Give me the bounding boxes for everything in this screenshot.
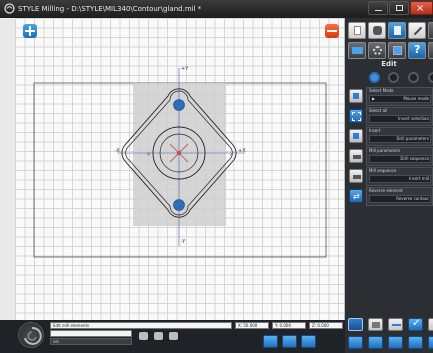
select-all-title: Select all <box>369 108 388 113</box>
tool-button-e[interactable] <box>428 336 433 349</box>
hand-tool-icon <box>373 26 382 35</box>
tool-button-a[interactable] <box>348 336 363 349</box>
measure-icon <box>392 324 401 326</box>
print-button[interactable] <box>368 318 383 331</box>
row-select-all[interactable]: Select all Invert selection <box>345 107 433 127</box>
tool-icon-3[interactable] <box>169 332 178 340</box>
new-file-button[interactable] <box>348 22 366 39</box>
parameter-field-2[interactable]: sel <box>50 338 132 345</box>
mill-sequence-title: Mill sequence <box>369 168 397 173</box>
row-mill-sequence[interactable]: Mill sequence Insert mill <box>345 167 433 187</box>
tool-button-b[interactable] <box>368 336 383 349</box>
more-tools-button[interactable] <box>428 318 433 331</box>
checkmark-icon: ✓ <box>412 318 421 329</box>
close-icon: × <box>416 3 425 14</box>
help-icon: ? <box>414 43 421 56</box>
tool-icon-2[interactable] <box>154 332 163 340</box>
reverse-element-value: Reverse contour <box>396 196 429 201</box>
screen-button[interactable] <box>348 42 366 59</box>
view-button-1[interactable] <box>263 335 278 348</box>
mode-button-2[interactable] <box>388 72 399 83</box>
screen-icon <box>352 47 363 54</box>
play-icon: ▶ <box>372 96 376 101</box>
mode-button-4[interactable] <box>428 72 433 83</box>
print-icon <box>372 322 380 328</box>
minimize-icon <box>375 10 382 11</box>
select-mode-icon <box>349 89 363 103</box>
swirl-icon <box>24 326 42 345</box>
tool-icon-1[interactable] <box>139 332 148 340</box>
more-button[interactable] <box>428 22 433 39</box>
tool-button-c[interactable] <box>388 336 403 349</box>
parameter-field-1[interactable] <box>50 330 132 337</box>
confirm-button[interactable]: ✓ <box>408 318 423 331</box>
select-mode-value: Mouse mode <box>403 96 429 101</box>
more-button-2[interactable] <box>428 42 433 59</box>
app-spinner-icon <box>18 322 44 348</box>
row-mill-parameters[interactable]: Mill parameters Drill sequence <box>345 147 433 167</box>
zoom-in-button[interactable] <box>23 24 37 38</box>
document-button[interactable] <box>388 22 406 39</box>
select-tool-button[interactable] <box>348 318 363 331</box>
drill-hole-top <box>173 99 185 111</box>
minus-icon <box>327 30 337 32</box>
reverse-element-icon: ⇄ <box>349 189 363 203</box>
reverse-element-title: Reverse element <box>369 188 403 193</box>
settings-button[interactable] <box>368 42 386 59</box>
maximize-icon <box>396 5 403 11</box>
mill-sequence-icon <box>349 169 363 183</box>
status-field: Edit mill elements <box>50 322 232 329</box>
select-all-icon <box>349 109 363 123</box>
maximize-button[interactable] <box>389 1 409 15</box>
pencil-icon <box>413 26 423 36</box>
y-coordinate-field: Y: 0.000 <box>272 322 306 329</box>
save-icon <box>393 46 402 55</box>
mill-sequence-value: Insert mill <box>409 176 429 181</box>
insert-icon <box>349 129 363 143</box>
view-button-3[interactable] <box>301 335 316 348</box>
axis-label-plus-y: +Y <box>181 66 189 72</box>
mill-parameters-value: Drill sequence <box>400 156 429 161</box>
tool-button[interactable] <box>368 22 386 39</box>
axis-label-minus-y: -Y <box>181 239 186 245</box>
center-point <box>176 150 182 156</box>
new-file-icon <box>354 26 361 35</box>
select-mode-title: Select Mode <box>369 88 394 93</box>
drill-hole-bottom <box>173 199 185 211</box>
document-icon <box>394 26 401 35</box>
axis-label-plus-x: +X <box>238 148 246 154</box>
x-coordinate-field: X: 50.000 <box>235 322 269 329</box>
plus-icon-v <box>29 26 31 36</box>
mode-button-1[interactable] <box>369 72 380 83</box>
save-button[interactable] <box>388 42 406 59</box>
select-all-value: Invert selection <box>397 116 429 121</box>
z-coordinate-field: Z: 0.000 <box>309 322 343 329</box>
mode-button-3[interactable] <box>408 72 419 83</box>
view-button-2[interactable] <box>282 335 297 348</box>
end-marker: × <box>229 151 234 158</box>
minimize-button[interactable] <box>368 1 388 15</box>
section-title: Edit <box>381 60 397 68</box>
mill-parameters-icon <box>349 149 363 163</box>
contour-drawing[interactable]: +Y -Y -X +X × × <box>0 0 345 320</box>
tool-button-d[interactable] <box>408 336 423 349</box>
zoom-out-button[interactable] <box>325 24 339 38</box>
row-select-mode[interactable]: Select Mode ▶ Mouse mode <box>345 87 433 107</box>
close-button[interactable]: × <box>410 1 433 15</box>
help-button[interactable]: ? <box>408 42 426 59</box>
edit-button[interactable] <box>408 22 426 39</box>
measure-button[interactable] <box>388 318 403 331</box>
mill-parameters-title: Mill parameters <box>369 148 401 153</box>
row-reverse-element[interactable]: ⇄ Reverse element Reverse contour <box>345 187 433 207</box>
insert-title: Insert <box>369 128 381 133</box>
axis-label-minus-x: -X <box>115 148 121 154</box>
start-marker: × <box>146 151 151 158</box>
insert-value: Drill parameters <box>396 136 429 141</box>
gear-icon <box>373 46 382 55</box>
row-insert[interactable]: Insert Drill parameters <box>345 127 433 147</box>
